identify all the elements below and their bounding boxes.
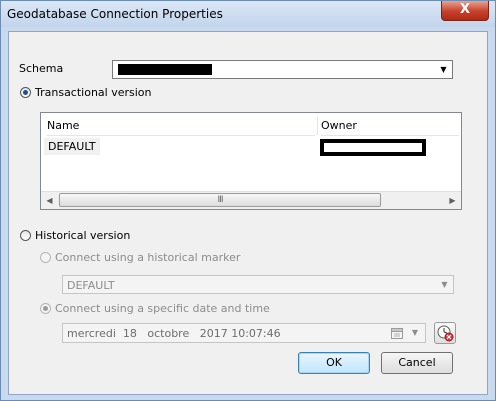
- clock-button[interactable]: [434, 322, 456, 344]
- date-time-value: mercredi 18 octobre 2017 10:07:46: [67, 327, 281, 340]
- table-row[interactable]: DEFAULT: [41, 136, 461, 156]
- specific-date-label: Connect using a specific date and time: [55, 302, 270, 315]
- cancel-button[interactable]: Cancel: [381, 352, 453, 374]
- historical-marker-dropdown[interactable]: DEFAULT ▼: [62, 275, 454, 294]
- historical-marker-label: Connect using a historical marker: [55, 251, 241, 264]
- redacted-owner: [320, 139, 426, 156]
- historical-version-label: Historical version: [35, 229, 131, 242]
- column-header-name[interactable]: Name: [47, 117, 315, 136]
- schema-label: Schema: [19, 62, 64, 75]
- close-button[interactable]: X: [441, 1, 489, 21]
- transactional-version-label: Transactional version: [35, 86, 152, 99]
- window-title: Geodatabase Connection Properties: [7, 7, 223, 21]
- horizontal-scrollbar[interactable]: ◀ III ▶: [41, 191, 461, 209]
- schema-dropdown[interactable]: ▼: [112, 60, 453, 79]
- arrow-left-icon[interactable]: ◀: [41, 192, 58, 209]
- chevron-down-icon: ▼: [441, 280, 448, 289]
- chevron-down-icon: ▼: [440, 65, 447, 74]
- ok-button[interactable]: OK: [298, 352, 370, 374]
- column-divider[interactable]: [317, 117, 318, 135]
- version-table: Name Owner DEFAULT ◀ III ▶: [40, 112, 462, 210]
- historical-marker-value: DEFAULT: [67, 279, 115, 292]
- date-time-picker[interactable]: mercredi 18 octobre 2017 10:07:46 ▼: [62, 323, 426, 343]
- historical-marker-radio[interactable]: [40, 252, 51, 263]
- redacted-schema: [118, 64, 212, 75]
- calendar-icon[interactable]: [391, 327, 403, 339]
- historical-version-radio[interactable]: [20, 230, 31, 241]
- specific-date-radio[interactable]: [40, 303, 51, 314]
- close-icon: X: [459, 2, 471, 17]
- column-header-owner[interactable]: Owner: [321, 117, 459, 136]
- dialog-window: Geodatabase Connection Properties X Sche…: [0, 0, 496, 401]
- transactional-version-radio[interactable]: [20, 87, 31, 98]
- chevron-down-icon[interactable]: ▼: [407, 325, 423, 341]
- dialog-body: Schema ▼ Transactional version Name Owne…: [8, 31, 488, 395]
- clock-icon: [437, 325, 454, 342]
- row-name-cell: DEFAULT: [44, 138, 100, 155]
- arrow-right-icon[interactable]: ▶: [444, 192, 461, 209]
- scrollbar-thumb[interactable]: III: [59, 193, 381, 207]
- title-bar: Geodatabase Connection Properties X: [1, 1, 495, 27]
